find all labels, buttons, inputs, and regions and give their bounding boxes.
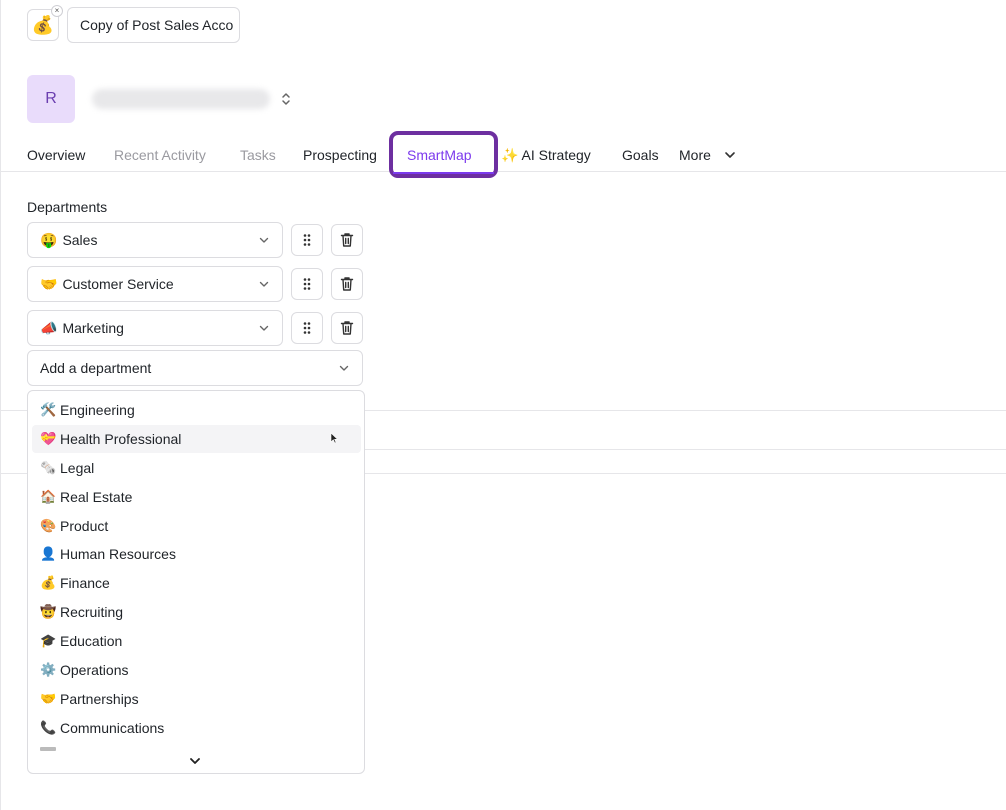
trash-icon xyxy=(340,277,354,291)
tab-recent-activity[interactable]: Recent Activity xyxy=(114,147,206,163)
chevron-down-icon xyxy=(259,325,269,331)
person-icon: 👤 xyxy=(40,546,57,561)
delete-department-button[interactable] xyxy=(331,268,363,300)
trash-icon xyxy=(340,321,354,335)
option-label: Finance xyxy=(60,575,110,591)
department-label: Sales xyxy=(62,232,98,248)
option-label: Recruiting xyxy=(60,604,124,620)
trash-icon xyxy=(340,233,354,247)
scroll-down-chevron-icon[interactable] xyxy=(188,754,202,768)
tab-smartmap-label: SmartMap xyxy=(407,147,472,163)
newspaper-icon: 🗞️ xyxy=(40,460,57,475)
title-input[interactable]: Copy of Post Sales Acco xyxy=(67,7,240,43)
option-finance[interactable]: 💰 Finance xyxy=(32,569,361,597)
option-label: Education xyxy=(60,633,123,649)
drag-handle-icon xyxy=(303,322,311,334)
drag-handle-button[interactable] xyxy=(291,312,323,344)
account-name-blurred xyxy=(92,89,270,109)
tab-smartmap[interactable]: SmartMap xyxy=(389,131,498,178)
option-operations[interactable]: ⚙️ Operations xyxy=(32,656,361,684)
option-legal[interactable]: 🗞️ Legal xyxy=(32,454,361,482)
tab-overview[interactable]: Overview xyxy=(27,147,85,163)
department-options-dropdown: 🛠️ Engineering 💝 Health Professional 🗞️ Leg… xyxy=(27,390,365,774)
option-health-professional[interactable]: 💝 Health Professional xyxy=(32,425,361,453)
chevron-down-icon xyxy=(339,365,349,371)
tab-ai-strategy[interactable]: ✨ AI Strategy xyxy=(501,147,591,164)
option-human-resources[interactable]: 👤 Human Resources xyxy=(32,540,361,568)
handshake-icon: 🤝 xyxy=(40,691,57,706)
money-bag-icon: 💰 xyxy=(31,14,55,35)
account-switcher-button[interactable] xyxy=(278,89,294,109)
house-icon: 🏠 xyxy=(40,489,57,504)
add-department-placeholder: Add a department xyxy=(40,360,152,376)
department-label: Marketing xyxy=(62,320,124,336)
option-education[interactable]: 🎓 Education xyxy=(32,627,361,655)
title-input-value: Copy of Post Sales Acco xyxy=(80,17,234,33)
option-label: Communications xyxy=(60,720,165,736)
mouse-cursor-icon xyxy=(330,432,338,444)
avatar-initial: R xyxy=(45,90,57,107)
option-real-estate[interactable]: 🏠 Real Estate xyxy=(32,483,361,511)
cowboy-face-icon: 🤠 xyxy=(40,604,57,619)
option-label: Real Estate xyxy=(60,489,133,505)
delete-department-button[interactable] xyxy=(331,224,363,256)
tab-more[interactable]: More xyxy=(679,147,711,163)
chevron-up-down-icon xyxy=(282,93,290,105)
tab-bar: Overview Recent Activity Tasks Prospecti… xyxy=(1,139,1006,172)
money-mouth-icon: 🤑 xyxy=(40,231,58,248)
drag-handle-button[interactable] xyxy=(291,268,323,300)
option-label: Legal xyxy=(60,460,95,476)
divider xyxy=(365,449,1006,450)
active-tab-indicator xyxy=(393,172,494,174)
option-recruiting[interactable]: 🤠 Recruiting xyxy=(32,598,361,626)
option-label: Partnerships xyxy=(60,691,139,707)
department-select-sales[interactable]: 🤑 Sales xyxy=(27,222,283,258)
phone-icon: 📞 xyxy=(40,720,57,735)
department-select-customer-service[interactable]: 🤝 Customer Service xyxy=(27,266,283,302)
department-select-marketing[interactable]: 📣 Marketing xyxy=(27,310,283,346)
option-engineering[interactable]: 🛠️ Engineering xyxy=(32,396,361,424)
gear-icon: ⚙️ xyxy=(40,662,57,677)
delete-department-button[interactable] xyxy=(331,312,363,344)
avatar: R xyxy=(27,75,75,123)
drag-handle-icon xyxy=(303,278,311,290)
option-partnerships[interactable]: 🤝 Partnerships xyxy=(32,685,361,713)
money-bag-icon: 💰 xyxy=(40,575,57,590)
megaphone-icon: 📣 xyxy=(40,319,58,336)
tab-goals[interactable]: Goals xyxy=(622,147,659,163)
palette-icon: 🎨 xyxy=(40,518,57,533)
departments-title: Departments xyxy=(27,199,108,215)
heart-gift-icon: 💝 xyxy=(40,431,57,446)
graduation-cap-icon: 🎓 xyxy=(40,633,57,648)
chevron-down-icon xyxy=(259,237,269,243)
department-label: Customer Service xyxy=(62,276,174,292)
app-frame: 💰 × Copy of Post Sales Acco R Overview R… xyxy=(0,0,1006,810)
drag-handle-icon xyxy=(303,234,311,246)
option-label: Product xyxy=(60,518,109,534)
remove-emoji-icon[interactable]: × xyxy=(51,5,63,17)
option-label: Human Resources xyxy=(60,546,176,562)
option-label: Engineering xyxy=(60,402,135,418)
option-label: Health Professional xyxy=(60,431,182,447)
add-department-select[interactable]: Add a department xyxy=(27,350,363,386)
tab-tasks[interactable]: Tasks xyxy=(240,147,276,163)
handshake-icon: 🤝 xyxy=(40,275,58,292)
option-communications[interactable]: 📞 Communications xyxy=(32,714,361,742)
option-product[interactable]: 🎨 Product xyxy=(32,512,361,540)
tools-icon: 🛠️ xyxy=(40,402,57,417)
drag-handle-button[interactable] xyxy=(291,224,323,256)
option-label: Operations xyxy=(60,662,129,678)
tab-prospecting[interactable]: Prospecting xyxy=(303,147,377,163)
chevron-down-icon[interactable] xyxy=(723,148,737,162)
partial-option-icon xyxy=(40,747,56,751)
chevron-down-icon xyxy=(259,281,269,287)
